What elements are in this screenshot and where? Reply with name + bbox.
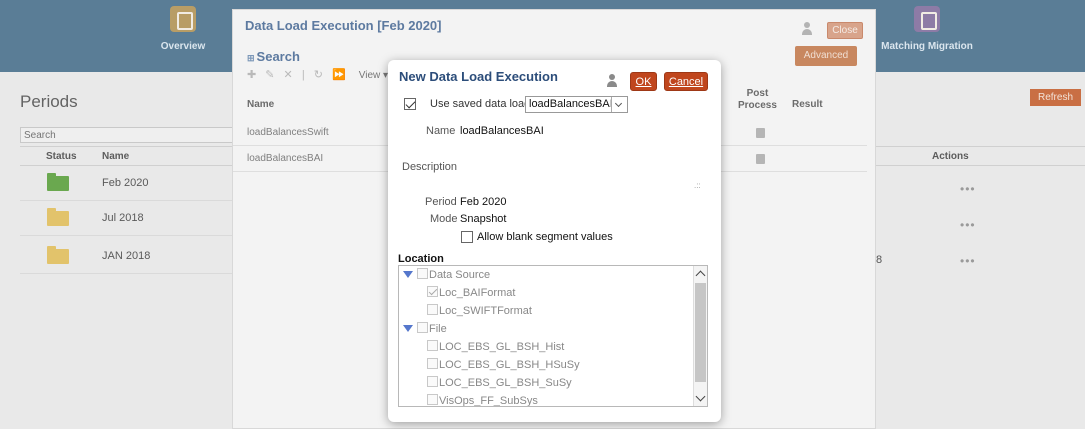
col-post-process[interactable]: Post Process — [738, 88, 777, 112]
execution-name: loadBalancesBAI — [247, 153, 324, 164]
tree-node-visops-ff-subsys[interactable]: VisOps_FF_SubSys — [427, 392, 538, 407]
period-value: Feb 2020 — [460, 196, 507, 208]
period-label: Period — [425, 196, 457, 208]
close-button[interactable]: Close — [827, 22, 863, 39]
periods-table-header: Status Name — [20, 146, 238, 166]
name-label: Name — [426, 125, 456, 137]
tree-node-loc-ebs-gl-bsh-susy[interactable]: LOC_EBS_GL_BSH_SuSy — [427, 374, 572, 392]
expand-triangle-icon[interactable] — [403, 325, 413, 332]
row-actions-menu-icon[interactable]: ••• — [960, 182, 976, 196]
toolbar-icons[interactable]: ✚ ✎ ✕ | ↻ ⏩ — [247, 69, 349, 81]
help-icon[interactable] — [801, 22, 815, 36]
tree-checkbox[interactable] — [427, 286, 438, 297]
location-section-title: Location — [398, 253, 444, 265]
col-result[interactable]: Result — [792, 99, 823, 110]
location-tree[interactable]: Data Source Loc_BAIFormat Loc_SWIFTForma… — [398, 265, 708, 407]
mode-value: Snapshot — [460, 213, 507, 225]
period-row[interactable]: Feb 2020 — [20, 167, 238, 201]
tree-node-loc-ebs-gl-bsh-hist[interactable]: LOC_EBS_GL_BSH_Hist — [427, 338, 564, 356]
folder-icon — [47, 246, 69, 264]
tree-checkbox[interactable] — [427, 340, 438, 351]
dialog-title: Data Load Execution [Feb 2020] — [245, 18, 442, 33]
folder-icon — [47, 208, 69, 226]
periods-title: Periods — [20, 92, 78, 111]
tree-node-file[interactable]: File — [403, 320, 447, 338]
period-row[interactable]: Jul 2018 — [20, 202, 238, 236]
row-actions-menu-icon[interactable]: ••• — [960, 254, 976, 268]
period-row[interactable]: JAN 2018 — [20, 240, 238, 274]
col-name[interactable]: Name — [247, 99, 274, 110]
tree-checkbox[interactable] — [427, 376, 438, 387]
tree-scrollbar[interactable] — [693, 266, 707, 406]
overview-icon — [170, 6, 196, 32]
actions-header-row — [870, 146, 1085, 166]
period-name: Jul 2018 — [102, 212, 144, 224]
period-name: Feb 2020 — [102, 177, 149, 189]
description-label: Description — [402, 161, 458, 173]
nav-tile-matching-migration[interactable]: Matching Migration — [872, 6, 982, 52]
scroll-down-icon[interactable] — [695, 391, 706, 402]
tree-node-label: Data Source — [429, 269, 491, 281]
tree-node-loc-ebs-gl-bsh-hsusy[interactable]: LOC_EBS_GL_BSH_HSuSy — [427, 356, 580, 374]
actions-column-header: Actions — [932, 151, 969, 162]
view-menu[interactable]: View ▾ — [359, 70, 388, 81]
cancel-button[interactable]: Cancel — [664, 72, 708, 91]
execution-toolbar: ✚ ✎ ✕ | ↻ ⏩ View ▾ — [247, 68, 388, 81]
tree-checkbox[interactable] — [427, 358, 438, 369]
saved-data-load-select[interactable]: loadBalancesBAI — [525, 96, 628, 113]
period-name: JAN 2018 — [102, 250, 151, 262]
tree-checkbox[interactable] — [417, 268, 428, 279]
folder-icon — [47, 173, 69, 191]
mode-label: Mode — [430, 213, 458, 225]
tree-node-label: Loc_SWIFTFormat — [439, 305, 532, 317]
help-icon[interactable] — [606, 74, 620, 90]
tree-node-label: File — [429, 323, 447, 335]
use-saved-data-load-label: Use saved data load — [430, 98, 531, 110]
refresh-button[interactable]: Refresh — [1030, 89, 1081, 106]
expand-icon: ⊞ — [247, 53, 255, 63]
nav-tile-matching-label: Matching Migration — [881, 41, 973, 52]
row-trailing-text: 8 — [876, 254, 883, 266]
periods-col-name[interactable]: Name — [102, 151, 129, 162]
scroll-up-icon[interactable] — [695, 270, 706, 281]
chevron-down-icon[interactable] — [611, 97, 627, 112]
allow-blank-segment-checkbox[interactable] — [461, 231, 473, 243]
post-process-icon — [756, 154, 765, 164]
name-value: loadBalancesBAI — [460, 125, 544, 137]
search-section-title[interactable]: ⊞ Search — [247, 49, 300, 64]
dialog-title: New Data Load Execution — [399, 69, 558, 84]
matching-migration-icon — [914, 6, 940, 32]
nav-tile-overview-label: Overview — [160, 41, 206, 52]
advanced-button[interactable]: Advanced — [795, 46, 857, 66]
tree-checkbox[interactable] — [427, 304, 438, 315]
search-section-label: Search — [256, 49, 300, 64]
tree-checkbox[interactable] — [427, 394, 438, 405]
saved-data-load-value: loadBalancesBAI — [529, 98, 613, 110]
tree-node-label: LOC_EBS_GL_BSH_Hist — [439, 341, 565, 353]
periods-search-input[interactable] — [20, 127, 238, 143]
use-saved-data-load-checkbox[interactable] — [404, 98, 416, 110]
tree-node-loc-swiftformat[interactable]: Loc_SWIFTFormat — [427, 302, 532, 320]
col-post-process-line2: Process — [738, 100, 777, 111]
tree-node-label: LOC_EBS_GL_BSH_SuSy — [439, 377, 572, 389]
execution-name: loadBalancesSwift — [247, 127, 329, 138]
tree-node-label: LOC_EBS_GL_BSH_HSuSy — [439, 359, 580, 371]
tree-node-label: Loc_BAIFormat — [439, 287, 516, 299]
resize-handle-icon[interactable]: .:: — [694, 181, 701, 190]
col-post-process-line1: Post — [746, 88, 769, 99]
post-process-icon — [756, 128, 765, 138]
tree-node-loc-baiformat[interactable]: Loc_BAIFormat — [427, 284, 515, 302]
tree-checkbox[interactable] — [417, 322, 428, 333]
tree-node-data-source[interactable]: Data Source — [403, 266, 490, 284]
periods-col-status[interactable]: Status — [46, 151, 77, 162]
ok-button[interactable]: OK — [630, 72, 657, 91]
new-data-load-execution-dialog: New Data Load Execution OK Cancel Use sa… — [388, 60, 721, 422]
tree-node-label: VisOps_FF_SubSys — [439, 395, 538, 407]
scrollbar-thumb[interactable] — [695, 283, 706, 382]
expand-triangle-icon[interactable] — [403, 271, 413, 278]
nav-tile-overview[interactable]: Overview — [138, 6, 228, 52]
row-actions-menu-icon[interactable]: ••• — [960, 218, 976, 232]
allow-blank-segment-label: Allow blank segment values — [477, 231, 613, 243]
